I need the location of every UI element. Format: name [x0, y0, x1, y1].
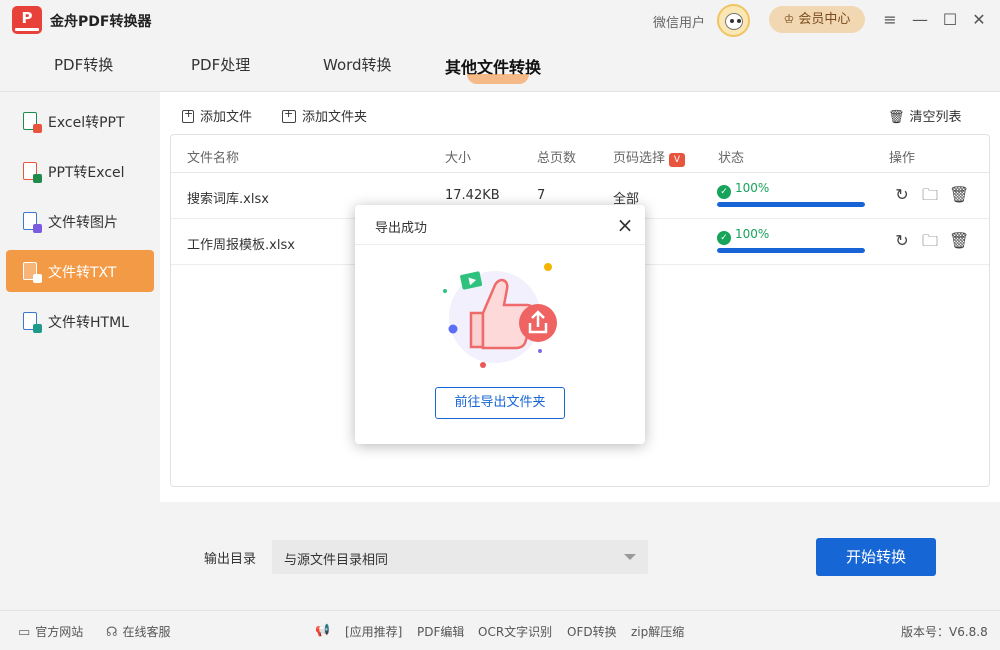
- app-title: 金舟PDF转换器: [50, 14, 152, 30]
- active-tab-indicator: [467, 74, 529, 84]
- sidebar-item-file-to-image[interactable]: 文件转图片: [6, 200, 154, 242]
- headset-icon: ☊: [106, 625, 118, 640]
- app-logo-icon: P: [12, 6, 42, 34]
- column-header-actions: 操作: [889, 151, 916, 166]
- thumbs-up-illustration-icon: [443, 263, 557, 368]
- crown-icon: ♔: [783, 12, 795, 26]
- vip-badge-icon: V: [669, 153, 686, 167]
- file-to-txt-icon: [23, 262, 42, 283]
- status-progress: ✓ 100%: [717, 181, 867, 207]
- title-bar: P 金舟PDF转换器 微信用户 ♔ 会员中心 ≡ — ☐ ✕: [0, 0, 1000, 40]
- add-file-icon: [182, 107, 194, 123]
- file-to-image-icon: [23, 212, 42, 233]
- trash-icon: 🗑: [888, 110, 905, 125]
- link-ofd-convert[interactable]: OFD转换: [567, 623, 617, 640]
- online-support-link[interactable]: ☊ 在线客服: [106, 623, 171, 640]
- close-icon[interactable]: ×: [615, 215, 635, 235]
- sidebar-item-excel-to-ppt[interactable]: Excel转PPT: [6, 100, 154, 142]
- status-percent: 100%: [735, 227, 770, 241]
- sidebar-item-ppt-to-excel[interactable]: PPT转Excel: [6, 150, 154, 192]
- sidebar-item-file-to-html[interactable]: 文件转HTML: [6, 300, 154, 342]
- sidebar-item-label: 文件转TXT: [48, 265, 117, 281]
- vip-center-button[interactable]: ♔ 会员中心: [769, 6, 865, 33]
- clear-list-label: 清空列表: [909, 110, 962, 125]
- start-convert-button[interactable]: 开始转换: [816, 538, 936, 576]
- column-header-page-select: 页码选择 V: [613, 147, 686, 167]
- ppt-to-excel-icon: [23, 162, 42, 183]
- sidebar-item-label: PPT转Excel: [48, 165, 125, 181]
- tab-pdf-convert[interactable]: PDF转换: [54, 54, 113, 75]
- maximize-icon[interactable]: ☐: [939, 9, 961, 31]
- add-folder-icon: [282, 107, 296, 123]
- check-icon: ✓: [717, 185, 731, 199]
- chevron-down-icon: [624, 554, 636, 560]
- open-folder-icon[interactable]: 🗀: [921, 186, 939, 204]
- link-zip[interactable]: zip解压缩: [631, 623, 684, 640]
- online-support-label: 在线客服: [122, 625, 171, 639]
- open-export-folder-button[interactable]: 前往导出文件夹: [435, 387, 565, 419]
- output-directory-value: 与源文件目录相同: [284, 553, 389, 568]
- file-size: 17.42KB: [445, 188, 500, 203]
- menu-icon[interactable]: ≡: [879, 9, 901, 31]
- avatar[interactable]: [717, 4, 750, 37]
- top-tabs: PDF转换 PDF处理 Word转换 其他文件转换: [0, 40, 1000, 92]
- clear-list-button[interactable]: 🗑 清空列表: [888, 106, 962, 125]
- add-folder-button[interactable]: 添加文件夹: [282, 106, 367, 125]
- sidebar-item-label: Excel转PPT: [48, 115, 125, 131]
- minimize-icon[interactable]: —: [909, 9, 931, 31]
- tab-word-convert[interactable]: Word转换: [323, 54, 392, 75]
- file-name: 工作周报模板.xlsx: [187, 238, 295, 253]
- link-ocr[interactable]: OCR文字识别: [478, 623, 552, 640]
- delete-icon[interactable]: 🗑: [949, 232, 969, 250]
- sidebar-item-file-to-txt[interactable]: 文件转TXT: [6, 250, 154, 292]
- link-pdf-edit[interactable]: PDF编辑: [417, 623, 464, 640]
- column-header-pages: 总页数: [537, 151, 577, 166]
- open-folder-icon[interactable]: 🗀: [921, 232, 939, 250]
- column-header-status: 状态: [718, 151, 745, 166]
- tab-pdf-process[interactable]: PDF处理: [191, 54, 250, 75]
- output-directory-select[interactable]: 与源文件目录相同: [272, 540, 648, 574]
- official-website-link[interactable]: ▭ 官方网站: [18, 623, 83, 640]
- user-name[interactable]: 微信用户: [653, 12, 705, 31]
- official-website-label: 官方网站: [35, 625, 84, 639]
- dialog-title: 导出成功: [375, 221, 428, 236]
- sidebar-item-label: 文件转图片: [48, 215, 118, 231]
- check-icon: ✓: [717, 231, 731, 245]
- version-label: 版本号：V6.8.8: [901, 625, 988, 639]
- progress-fill: [717, 248, 865, 253]
- progress-fill: [717, 202, 865, 207]
- delete-icon[interactable]: 🗑: [949, 186, 969, 204]
- progress-bar: [717, 248, 865, 253]
- progress-bar: [717, 202, 865, 207]
- add-file-label: 添加文件: [200, 110, 253, 125]
- page-select-header-label: 页码选择: [613, 151, 666, 166]
- file-name: 搜索词库.xlsx: [187, 192, 269, 207]
- add-folder-label: 添加文件夹: [302, 110, 368, 125]
- app-recommend-label: [应用推荐]: [345, 625, 403, 639]
- logo-letter: P: [21, 9, 33, 27]
- reconvert-icon[interactable]: ↻: [893, 186, 911, 204]
- file-to-html-icon: [23, 312, 42, 333]
- monitor-icon: ▭: [18, 625, 31, 640]
- close-icon[interactable]: ✕: [968, 9, 990, 31]
- status-progress: ✓ 100%: [717, 227, 867, 253]
- status-percent: 100%: [735, 181, 770, 195]
- dialog-header: 导出成功 ×: [355, 205, 645, 245]
- table-header: 文件名称 大小 总页数 页码选择 V 状态 操作: [171, 135, 989, 173]
- output-directory-label: 输出目录: [204, 552, 257, 567]
- status-bar: ▭ 官方网站 ☊ 在线客服 📢 [应用推荐] PDF编辑 OCR文字识别 OFD转换…: [0, 610, 1000, 650]
- column-header-size: 大小: [445, 151, 472, 166]
- reconvert-icon[interactable]: ↻: [893, 232, 911, 250]
- column-header-name: 文件名称: [187, 151, 240, 166]
- vip-center-label: 会员中心: [798, 12, 851, 27]
- export-success-dialog: 导出成功 × 前往导出文件夹: [355, 205, 645, 444]
- output-options: 输出目录 与源文件目录相同 开始转换: [160, 502, 1000, 610]
- sidebar-item-label: 文件转HTML: [48, 315, 129, 331]
- megaphone-icon: 📢: [315, 623, 330, 637]
- excel-to-ppt-icon: [23, 112, 42, 133]
- add-file-button[interactable]: 添加文件: [182, 106, 252, 125]
- file-pages: 7: [537, 188, 546, 203]
- sidebar: Excel转PPT PPT转Excel 文件转图片 文件转TXT 文件转HTML: [0, 92, 160, 610]
